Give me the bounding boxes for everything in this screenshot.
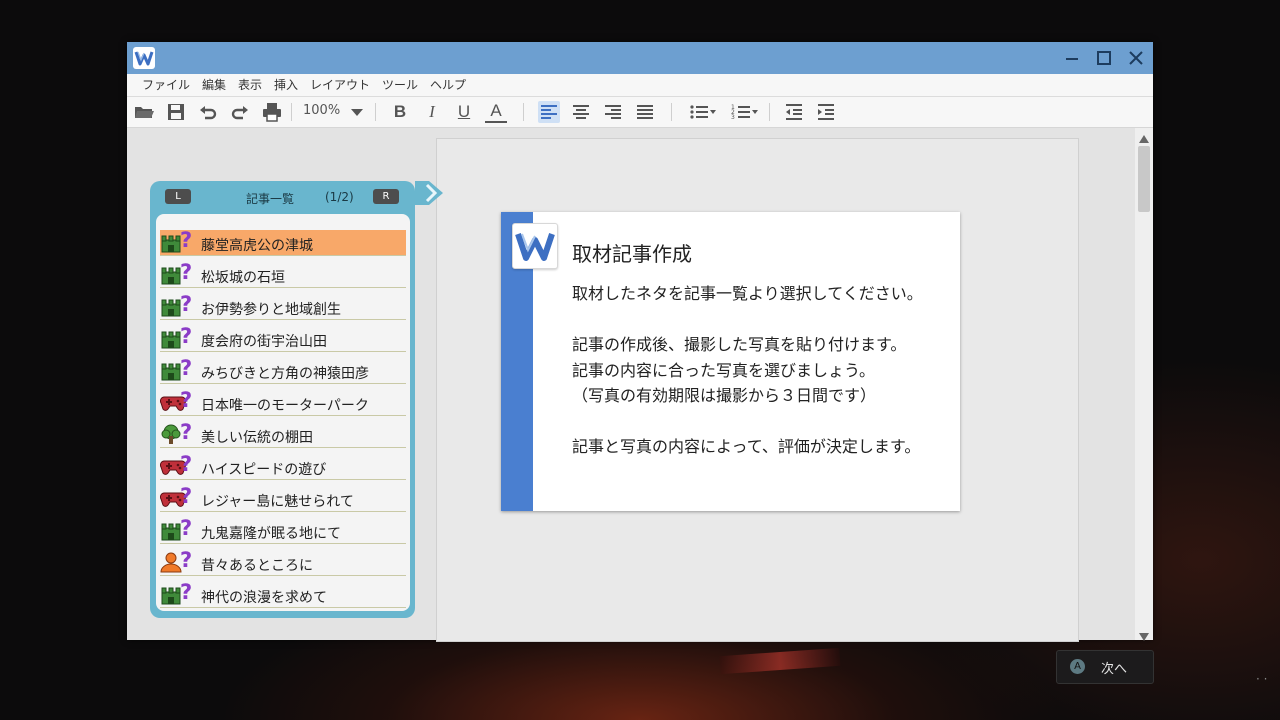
dialog-text-line: 記事の作成後、撮影した写真を貼り付けます。 xyxy=(572,335,907,354)
list-item-label: お伊勢参りと地域創生 xyxy=(201,302,341,318)
menu-bar: ファイル 編集 表示 挿入 レイアウト ツール ヘルプ xyxy=(127,74,1153,97)
underline-button[interactable]: U xyxy=(453,100,475,124)
list-item[interactable]: ? ハイスピードの遊び xyxy=(159,452,406,480)
scrollbar-thumb[interactable] xyxy=(1138,146,1150,212)
numbered-list-icon[interactable]: 123 xyxy=(730,101,760,123)
toolbar-separator xyxy=(671,103,672,121)
next-prompt[interactable]: A 次へ xyxy=(1056,650,1154,684)
list-item[interactable]: ? 美しい伝統の棚田 xyxy=(160,420,406,448)
align-center-icon[interactable] xyxy=(570,101,592,123)
list-item-label: 美しい伝統の棚田 xyxy=(201,430,313,446)
question-mark-icon: ? xyxy=(180,548,193,572)
indent-icon[interactable] xyxy=(815,101,837,123)
print-icon[interactable] xyxy=(261,101,283,123)
list-item[interactable]: ? みちびきと方角の神猿田彦 xyxy=(160,356,406,384)
menu-view[interactable]: 表示 xyxy=(238,77,262,93)
list-item-label: 神代の浪漫を求めて xyxy=(201,590,327,606)
list-item[interactable]: ? 日本唯一のモーターパーク xyxy=(159,388,406,416)
list-item[interactable]: ? 松坂城の石垣 xyxy=(160,260,406,288)
list-item[interactable]: ? 九鬼嘉隆が眠る地にて xyxy=(160,516,406,544)
scroll-up-icon[interactable] xyxy=(1137,130,1151,149)
svg-text:3: 3 xyxy=(731,114,735,121)
menu-tools[interactable]: ツール xyxy=(382,77,418,93)
list-item[interactable]: ? 神代の浪漫を求めて xyxy=(160,580,406,608)
dialog-text-line: 取材したネタを記事一覧より選択してください。 xyxy=(572,284,923,303)
list-item-label: 日本唯一のモーターパーク xyxy=(201,398,369,414)
question-mark-icon: ? xyxy=(180,356,193,380)
article-list: ? 藤堂高虎公の津城? 松坂城の石垣? お伊勢参りと地域創生? 度会府の街宇治山田? みち… xyxy=(156,214,410,611)
undo-icon[interactable] xyxy=(197,101,219,123)
question-mark-icon: ? xyxy=(180,228,193,252)
question-mark-icon: ? xyxy=(180,580,193,604)
app-logo-icon xyxy=(133,47,155,69)
open-folder-icon[interactable] xyxy=(133,101,155,123)
toolbar: 100% B I U A 123 xyxy=(127,97,1153,128)
dialog-text-line: （写真の有効期限は撮影から３日間です） xyxy=(572,386,877,405)
question-mark-icon: ? xyxy=(180,484,193,508)
instruction-dialog: 取材記事作成 取材したネタを記事一覧より選択してください。 記事の作成後、撮影し… xyxy=(501,212,960,511)
list-item-label: ハイスピードの遊び xyxy=(201,462,327,478)
prev-page-button[interactable]: L xyxy=(165,189,191,204)
list-item-label: レジャー島に魅せられて xyxy=(201,494,354,510)
list-item-label: 度会府の街宇治山田 xyxy=(201,334,327,350)
panel-expand-arrow-icon[interactable] xyxy=(415,181,445,205)
dialog-text-line: 記事と写真の内容によって、評価が決定します。 xyxy=(572,437,921,456)
article-list-title: 記事一覧 xyxy=(246,192,295,206)
question-mark-icon: ? xyxy=(180,324,193,348)
next-label: 次へ xyxy=(1101,662,1128,677)
bullet-list-icon[interactable] xyxy=(688,101,718,123)
question-mark-icon: ? xyxy=(180,260,193,284)
zoom-level[interactable]: 100% xyxy=(303,103,340,118)
question-mark-icon: ? xyxy=(180,388,193,412)
toolbar-separator xyxy=(769,103,770,121)
align-right-icon[interactable] xyxy=(602,101,624,123)
question-mark-icon: ? xyxy=(180,452,193,476)
outdent-icon[interactable] xyxy=(783,101,805,123)
list-item-label: 松坂城の石垣 xyxy=(201,270,285,286)
close-button[interactable] xyxy=(1125,47,1147,69)
bold-button[interactable]: B xyxy=(389,100,411,124)
align-left-icon[interactable] xyxy=(538,101,560,123)
menu-help[interactable]: ヘルプ xyxy=(430,77,466,93)
question-mark-icon: ? xyxy=(180,420,193,444)
align-justify-icon[interactable] xyxy=(634,101,656,123)
toolbar-separator xyxy=(375,103,376,121)
italic-button[interactable]: I xyxy=(421,100,443,124)
list-item[interactable]: ? 昔々あるところに xyxy=(160,548,406,576)
list-item-label: 九鬼嘉隆が眠る地にて xyxy=(201,526,341,542)
list-item-label: みちびきと方角の神猿田彦 xyxy=(201,366,369,382)
question-mark-icon: ? xyxy=(180,292,193,316)
menu-layout[interactable]: レイアウト xyxy=(310,77,370,93)
list-item[interactable]: ? レジャー島に魅せられて xyxy=(159,484,406,512)
dialog-text-line: 記事の内容に合った写真を選びましょう。 xyxy=(572,361,876,380)
save-icon[interactable] xyxy=(165,101,187,123)
list-item[interactable]: ? 藤堂高虎公の津城 xyxy=(160,228,406,256)
toolbar-separator xyxy=(523,103,524,121)
title-bar xyxy=(127,42,1153,74)
corner-dots: · · xyxy=(1256,672,1268,686)
scroll-down-icon[interactable] xyxy=(1137,628,1151,647)
list-item[interactable]: ? お伊勢参りと地域創生 xyxy=(160,292,406,320)
menu-insert[interactable]: 挿入 xyxy=(274,77,298,93)
minimize-button[interactable] xyxy=(1061,47,1083,69)
a-button-icon: A xyxy=(1070,659,1085,674)
font-color-button[interactable]: A xyxy=(485,101,507,123)
menu-file[interactable]: ファイル xyxy=(142,77,190,93)
menu-edit[interactable]: 編集 xyxy=(202,77,226,93)
list-item-label: 昔々あるところに xyxy=(201,558,313,574)
maximize-button[interactable] xyxy=(1093,47,1115,69)
list-item[interactable]: ? 度会府の街宇治山田 xyxy=(160,324,406,352)
question-mark-icon: ? xyxy=(180,516,193,540)
list-item-label: 藤堂高虎公の津城 xyxy=(201,238,313,254)
next-page-button[interactable]: R xyxy=(373,189,399,204)
dialog-title: 取材記事作成 xyxy=(572,242,692,266)
app-logo-icon xyxy=(512,223,558,269)
article-list-header: L 記事一覧 (1/2) R xyxy=(150,181,415,213)
zoom-dropdown-icon[interactable] xyxy=(346,101,368,123)
article-list-panel: L 記事一覧 (1/2) R ? 藤堂高虎公の津城? 松坂城の石垣? お伊勢参りと地域… xyxy=(150,181,415,618)
toolbar-separator xyxy=(291,103,292,121)
article-list-page: (1/2) xyxy=(325,190,354,204)
redo-icon[interactable] xyxy=(229,101,251,123)
